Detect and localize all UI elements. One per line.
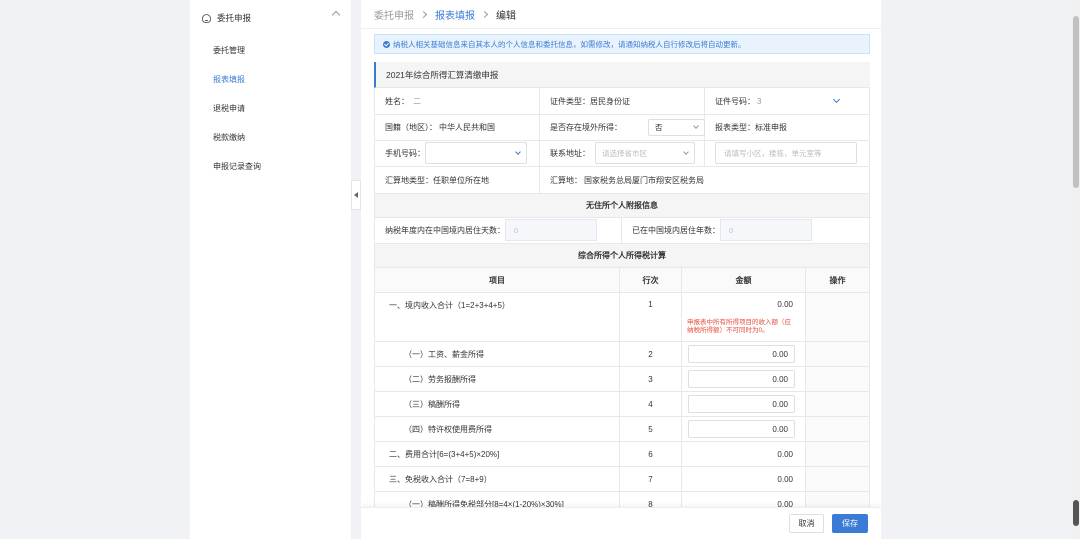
id-no-cell: 证件号码： 3 — [705, 88, 869, 114]
chevron-down-icon — [683, 149, 689, 155]
royalty-income-input[interactable]: 0.00 — [688, 420, 795, 438]
residence-years-cell: 已在中国境内居住年数： 0 — [622, 218, 869, 243]
chevron-right-icon — [480, 10, 489, 18]
residence-days-input[interactable]: 0 — [505, 219, 597, 241]
breadcrumb-current: 编辑 — [496, 10, 516, 22]
table-row: （三）稿酬所得 4 0.00 — [375, 392, 869, 417]
chevron-down-icon — [693, 123, 699, 129]
settle-place-cell: 汇算地： 国家税务总局厦门市翔安区税务局 — [550, 175, 704, 185]
table-row: （四）特许权使用费所得 5 0.00 — [375, 417, 869, 442]
chevron-up-icon[interactable] — [331, 10, 341, 20]
settle-type-value: 任职单位所在地 — [433, 175, 489, 185]
sidebar-item-record-query[interactable]: 申报记录查询 — [190, 152, 351, 181]
nonresident-section-title: 无住所个人附报信息 — [374, 194, 870, 218]
table-row: （一）工资、薪金所得 2 0.00 — [375, 342, 869, 367]
table-row: 二、费用合计[6=(3+4+5)×20%] 6 0.00 — [375, 442, 869, 467]
phone-cell: 手机号码： — [375, 141, 540, 166]
declaration-form: 2021年综合所得汇算清缴申报 姓名： 二 证件类型： 居民身份证 证件号码： … — [374, 62, 870, 517]
form-title: 2021年综合所得汇算清缴申报 — [374, 62, 870, 88]
settle-place-value: 国家税务总局厦门市翔安区税务局 — [584, 175, 704, 185]
address-cell: 联系地址： 请选择省市区 — [540, 141, 705, 166]
sidebar-item-tax-payment[interactable]: 税款缴纳 — [190, 123, 351, 152]
breadcrumb-root[interactable]: 委托申报 — [374, 7, 414, 22]
cancel-button[interactable]: 取消 — [789, 514, 824, 533]
name-cell: 姓名： 二 — [375, 88, 540, 114]
table-row: （二）劳务报酬所得 3 0.00 — [375, 367, 869, 392]
form-row-contact: 手机号码： 联系地址： 请选择省市区 请填写小区，楼栋，单元室等 — [374, 141, 870, 167]
nationality-value: 中华人民共和国 — [439, 123, 495, 132]
report-type-value: 标准申报 — [755, 123, 787, 132]
salary-income-input[interactable]: 0.00 — [688, 345, 795, 363]
breadcrumb-parent[interactable]: 报表填报 — [435, 7, 475, 22]
id-no-value: 3 — [757, 96, 762, 106]
overseas-cell: 是否存在境外所得： 否 — [540, 115, 705, 140]
id-type-cell: 证件类型： 居民身份证 — [540, 88, 705, 114]
overseas-select[interactable]: 否 — [648, 119, 705, 136]
phone-select[interactable] — [425, 142, 527, 164]
save-button[interactable]: 保存 — [832, 514, 868, 533]
form-row-identity: 姓名： 二 证件类型： 居民身份证 证件号码： 3 — [374, 88, 870, 115]
chevron-down-icon[interactable] — [832, 95, 841, 104]
sidebar-item-report-fill[interactable]: 报表填报 — [190, 65, 351, 94]
tax-table-header: 项目 行次 金额 操作 — [375, 268, 869, 293]
amount-value: 0.00 — [777, 300, 793, 309]
shield-icon — [202, 13, 211, 23]
form-row-residence: 纳税年度内在中国境内居住天数： 0 已在中国境内居住年数： 0 — [374, 218, 870, 244]
sidebar-collapse-handle[interactable] — [351, 180, 361, 210]
report-type-cell: 报表类型： 标准申报 — [715, 123, 787, 132]
sidebar-group-delegate[interactable]: 委托申报 — [190, 0, 351, 36]
table-row: 三、免税收入合计（7=8+9） 7 0.00 — [375, 467, 869, 492]
id-type-value: 居民身份证 — [590, 96, 630, 106]
col-action: 操作 — [829, 275, 846, 285]
caret-left-icon — [354, 192, 358, 198]
col-item: 项目 — [375, 268, 620, 292]
address-region-select[interactable]: 请选择省市区 — [595, 142, 695, 164]
breadcrumb: 委托申报 报表填报 编辑 — [361, 0, 881, 29]
residence-years-input[interactable]: 0 — [720, 219, 812, 241]
col-amount: 金额 — [682, 268, 806, 292]
nationality-cell: 国籍（地区）： 中华人民共和国 — [375, 115, 540, 140]
tax-calc-section-title: 综合所得个人所得税计算 — [374, 244, 870, 268]
chevron-right-icon — [419, 10, 428, 18]
info-check-icon — [383, 40, 390, 48]
page-scrollbar[interactable] — [1072, 0, 1080, 539]
table-row: 一、境内收入合计（1=2+3+4+5） 1 0.00 申报表中所有所得项目的收入… — [375, 293, 869, 342]
settle-type-cell: 汇算地类型： 任职单位所在地 — [375, 167, 540, 193]
main-panel: 委托申报 报表填报 编辑 纳税人相关基础信息来自其本人的个人信息和委托信息，如需… — [361, 0, 881, 539]
name-value: 二 — [413, 96, 421, 106]
address-detail-input[interactable]: 请填写小区，楼栋，单元室等 — [715, 142, 857, 164]
labor-income-input[interactable]: 0.00 — [688, 370, 795, 388]
form-row-settlement: 汇算地类型： 任职单位所在地 汇算地： 国家税务总局厦门市翔安区税务局 — [374, 167, 870, 194]
validation-note: 申报表中所有所得项目的收入额（应纳税所得额）不可同时为0。 — [687, 319, 791, 334]
form-row-nationality: 国籍（地区）： 中华人民共和国 是否存在境外所得： 否 报表类型： 标准申报 — [374, 115, 870, 141]
sidebar: 委托申报 委托管理 报表填报 退税申请 税款缴纳 申报记录查询 — [190, 0, 351, 539]
col-line: 行次 — [620, 268, 682, 292]
sidebar-group-label: 委托申报 — [217, 13, 252, 23]
info-notice: 纳税人相关基础信息来自其本人的个人信息和委托信息，如需修改，请通知纳税人自行修改… — [374, 34, 870, 54]
sidebar-item-refund[interactable]: 退税申请 — [190, 94, 351, 123]
scrollbar-thumb-dark[interactable] — [1073, 500, 1079, 526]
tax-table: 项目 行次 金额 操作 一、境内收入合计（1=2+3+4+5） 1 0.00 申… — [374, 268, 870, 517]
scrollbar-thumb[interactable] — [1073, 16, 1079, 188]
notice-text: 纳税人相关基础信息来自其本人的个人信息和委托信息，如需修改，请通知纳税人自行修改… — [393, 39, 746, 49]
address-detail-cell: 请填写小区，楼栋，单元室等 — [705, 141, 869, 166]
action-footer: 取消 保存 — [361, 507, 881, 539]
residence-days-cell: 纳税年度内在中国境内居住天数： 0 — [375, 218, 622, 243]
sidebar-item-delegate-manage[interactable]: 委托管理 — [190, 36, 351, 65]
chevron-down-icon — [515, 149, 521, 155]
author-income-input[interactable]: 0.00 — [688, 395, 795, 413]
